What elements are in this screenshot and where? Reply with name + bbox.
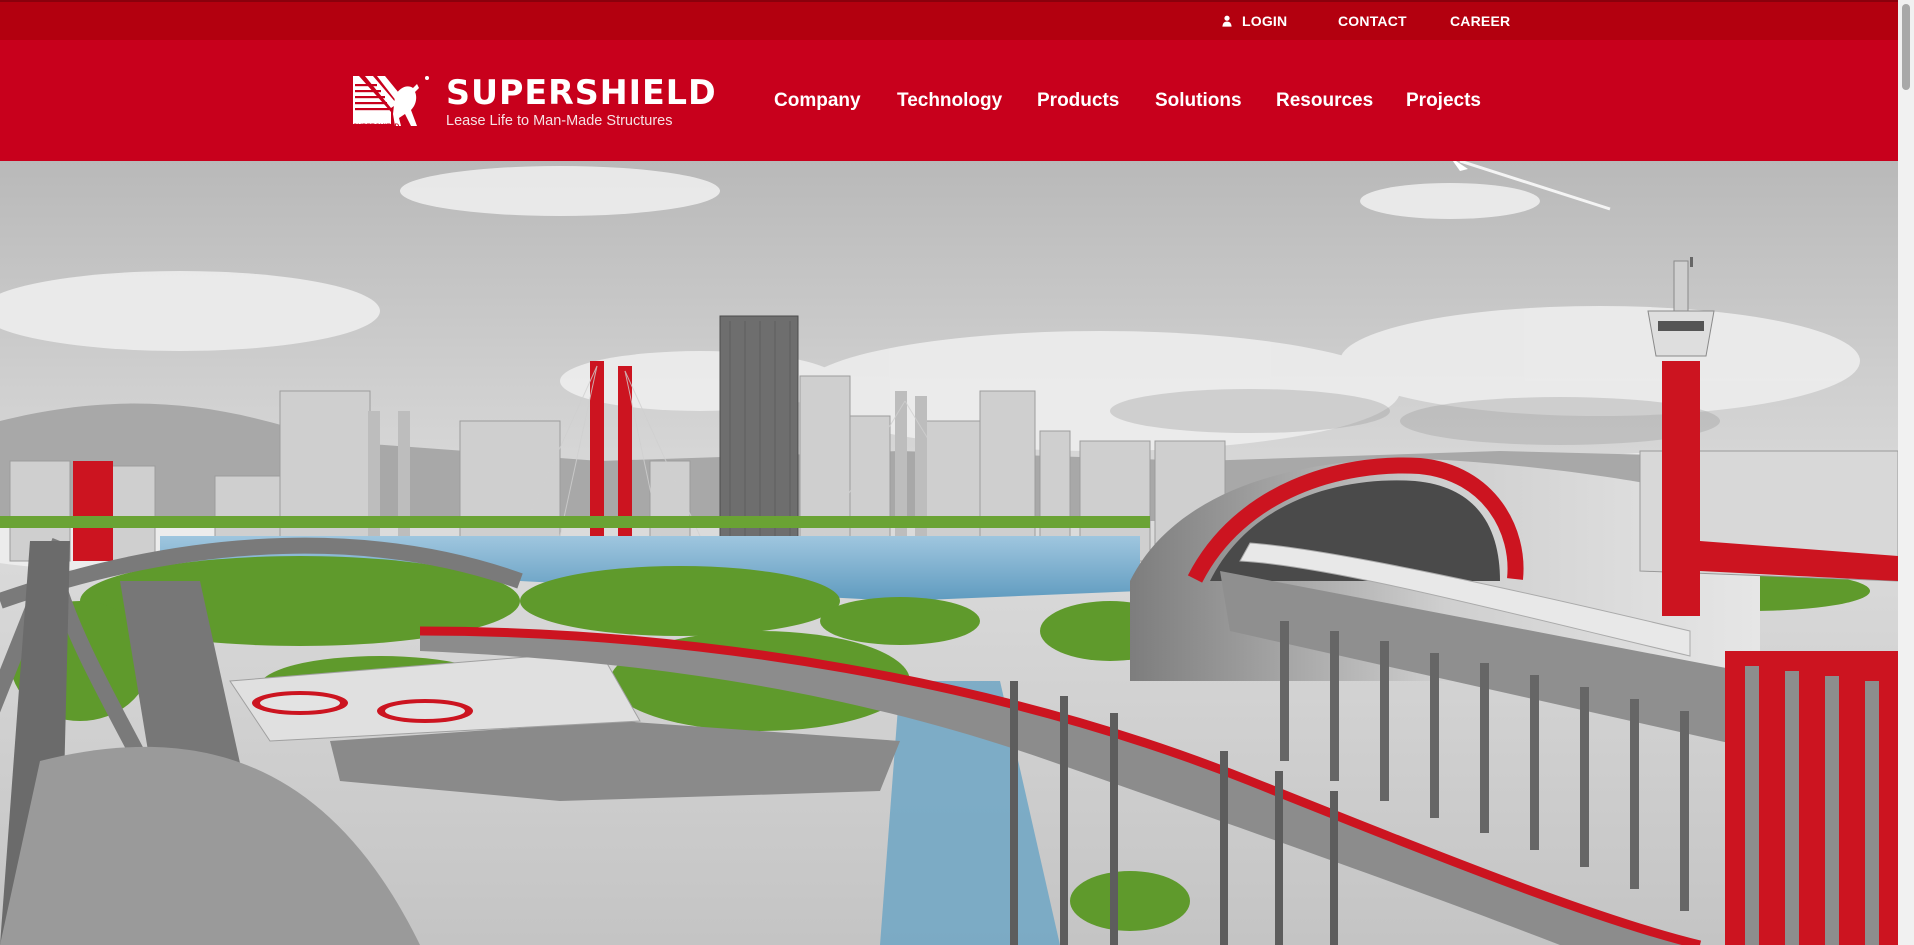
nav-projects[interactable]: Projects — [1406, 40, 1481, 161]
logo-mark-caption: SUPERSHIELD — [353, 123, 400, 130]
utility-bar: LOGIN CONTACT CAREER — [0, 0, 1898, 40]
logo-mark-icon: SUPERSHIELD — [351, 74, 433, 130]
brand-logo[interactable]: SUPERSHIELD SUPERSHIELD Lease Life to Ma… — [351, 74, 716, 130]
brand-name: SUPERSHIELD — [446, 73, 717, 113]
main-header: SUPERSHIELD SUPERSHIELD Lease Life to Ma… — [0, 40, 1898, 161]
nav-company[interactable]: Company — [774, 40, 861, 161]
hero-banner — [0, 161, 1898, 945]
nav-solutions[interactable]: Solutions — [1155, 40, 1242, 161]
login-link[interactable]: LOGIN — [1222, 2, 1287, 40]
nav-resources[interactable]: Resources — [1276, 40, 1373, 161]
page-scrollbar[interactable] — [1898, 0, 1914, 945]
contact-link[interactable]: CONTACT — [1338, 2, 1407, 40]
scrollbar-thumb[interactable] — [1902, 4, 1910, 90]
career-link[interactable]: CAREER — [1450, 2, 1510, 40]
login-label: LOGIN — [1242, 13, 1288, 29]
hero-cityscape-image — [0, 161, 1898, 945]
nav-technology[interactable]: Technology — [897, 40, 1002, 161]
nav-products[interactable]: Products — [1037, 40, 1119, 161]
user-icon — [1222, 15, 1232, 27]
brand-tagline: Lease Life to Man-Made Structures — [446, 113, 673, 129]
